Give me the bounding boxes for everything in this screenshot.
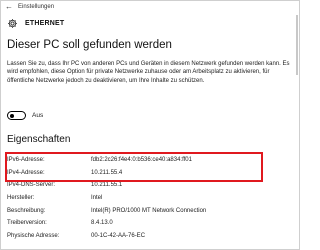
property-value: 00-1C-42-AA-76-EC — [91, 232, 146, 239]
table-row: Physische Adresse: 00-1C-42-AA-76-EC — [7, 230, 206, 243]
gear-icon — [8, 18, 17, 28]
title-bar: ← Einstellungen — [1, 1, 299, 13]
discoverable-toggle-row: Aus — [7, 111, 43, 120]
discoverable-heading: Dieser PC soll gefunden werden — [7, 39, 172, 51]
settings-window: ← Einstellungen ETHERNET Dieser PC soll … — [0, 0, 300, 250]
property-value: 8.4.13.0 — [91, 220, 113, 227]
toggle-knob — [10, 113, 14, 118]
toggle-label: Aus — [32, 112, 44, 119]
scrollbar[interactable] — [296, 15, 298, 75]
back-arrow-icon[interactable]: ← — [5, 3, 13, 11]
window-title: Einstellungen — [18, 4, 55, 10]
property-key: Treiberversion: — [7, 220, 47, 227]
property-key: Hersteller: — [7, 195, 35, 202]
table-row: Beschreibung: Intel(R) PRO/1000 MT Netwo… — [7, 204, 206, 217]
properties-heading: Eigenschaften — [7, 134, 71, 145]
page-title: ETHERNET — [25, 19, 65, 27]
table-row: Hersteller: Intel — [7, 192, 206, 205]
property-value: Intel(R) PRO/1000 MT Network Connection — [91, 207, 207, 214]
property-key: Physische Adresse: — [7, 232, 60, 239]
page-header: ETHERNET — [1, 13, 299, 33]
discoverable-description: Lassen Sie zu, dass Ihr PC von anderen P… — [7, 61, 290, 84]
ip-address-highlight-box — [5, 152, 263, 182]
property-value: Intel — [91, 195, 103, 202]
table-row: Treiberversion: 8.4.13.0 — [7, 217, 206, 230]
property-key: Beschreibung: — [7, 207, 46, 214]
discoverable-toggle[interactable] — [7, 111, 26, 120]
